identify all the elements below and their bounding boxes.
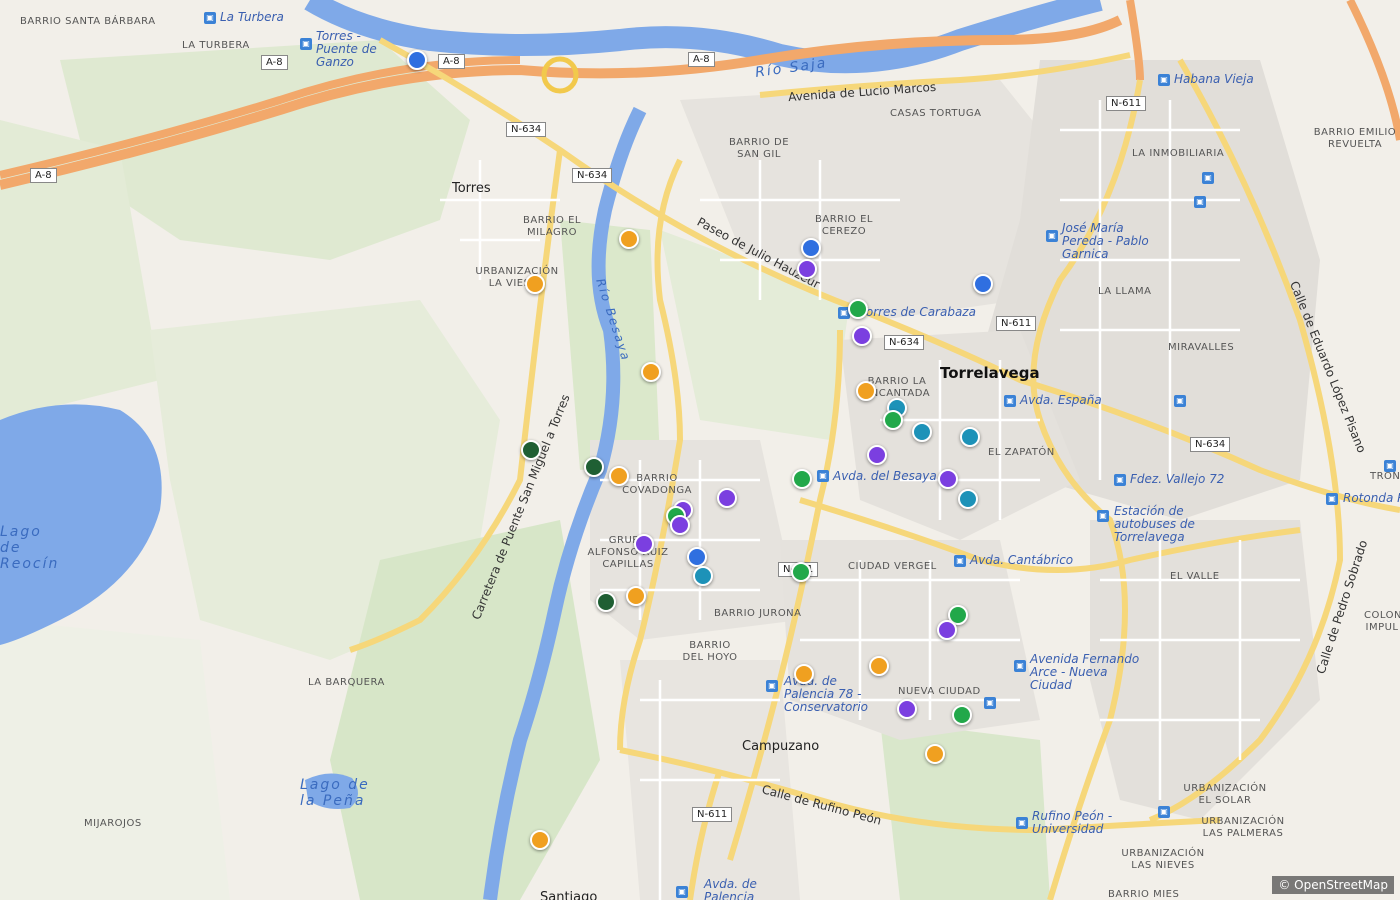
bus-stop-icon[interactable]: ▣ (1114, 474, 1126, 486)
bus-stop-icon[interactable]: ▣ (1194, 196, 1206, 208)
map-marker[interactable] (937, 620, 957, 640)
bus-stop-icon[interactable]: ▣ (1014, 660, 1026, 672)
map-marker[interactable] (960, 427, 980, 447)
map-marker[interactable] (883, 410, 903, 430)
map-marker[interactable] (869, 656, 889, 676)
map-marker[interactable] (687, 547, 707, 567)
map-marker[interactable] (641, 362, 661, 382)
road-shield: A-8 (688, 52, 715, 67)
bus-stop-icon[interactable]: ▣ (1004, 395, 1016, 407)
map-marker[interactable] (848, 299, 868, 319)
map-marker[interactable] (609, 466, 629, 486)
map-marker[interactable] (792, 469, 812, 489)
map-marker[interactable] (626, 586, 646, 606)
attribution[interactable]: © OpenStreetMap (1272, 876, 1394, 894)
map-marker[interactable] (938, 469, 958, 489)
map-marker[interactable] (407, 50, 427, 70)
map-marker[interactable] (897, 699, 917, 719)
map-marker[interactable] (791, 562, 811, 582)
map-marker[interactable] (912, 422, 932, 442)
map-marker[interactable] (521, 440, 541, 460)
bus-stop-icon[interactable]: ▣ (1046, 230, 1058, 242)
road-shield: N-634 (506, 122, 547, 137)
map-marker[interactable] (634, 534, 654, 554)
map-marker[interactable] (525, 274, 545, 294)
map-marker[interactable] (925, 744, 945, 764)
road-shield: A-8 (261, 55, 288, 70)
map-marker[interactable] (801, 238, 821, 258)
bus-stop-icon[interactable]: ▣ (984, 697, 996, 709)
road-shield: N-611 (1106, 96, 1147, 111)
road-shield: A-8 (30, 168, 57, 183)
road-shield: N-611 (996, 316, 1037, 331)
map-marker[interactable] (856, 381, 876, 401)
bus-stop-icon[interactable]: ▣ (1326, 493, 1338, 505)
bus-stop-icon[interactable]: ▣ (676, 886, 688, 898)
bus-stop-icon[interactable]: ▣ (1202, 172, 1214, 184)
road-shield: N-634 (884, 335, 925, 350)
map-marker[interactable] (717, 488, 737, 508)
bus-stop-icon[interactable]: ▣ (817, 470, 829, 482)
bus-stop-icon[interactable]: ▣ (766, 680, 778, 692)
map-marker[interactable] (596, 592, 616, 612)
bus-stop-icon[interactable]: ▣ (1174, 395, 1186, 407)
map-marker[interactable] (852, 326, 872, 346)
bus-stop-icon[interactable]: ▣ (1158, 806, 1170, 818)
map-marker[interactable] (952, 705, 972, 725)
bus-stop-icon[interactable]: ▣ (954, 555, 966, 567)
map-marker[interactable] (530, 830, 550, 850)
map-marker[interactable] (867, 445, 887, 465)
road-shield: N-634 (572, 168, 613, 183)
map-marker[interactable] (958, 489, 978, 509)
map-marker[interactable] (797, 259, 817, 279)
bus-stop-icon[interactable]: ▣ (1016, 817, 1028, 829)
bus-stop-icon[interactable]: ▣ (1384, 460, 1396, 472)
map-canvas[interactable]: BARRIO SANTA BÁRBARA LA TURBERA Torres B… (0, 0, 1400, 900)
map-marker[interactable] (794, 664, 814, 684)
road-shield: A-8 (438, 54, 465, 69)
bus-stop-icon[interactable]: ▣ (204, 12, 216, 24)
bus-stop-icon[interactable]: ▣ (1158, 74, 1170, 86)
map-marker[interactable] (693, 566, 713, 586)
road-shield: N-634 (1190, 437, 1231, 452)
map-marker[interactable] (584, 457, 604, 477)
road-shield: N-611 (692, 807, 733, 822)
map-marker[interactable] (619, 229, 639, 249)
bus-stop-icon[interactable]: ▣ (1097, 510, 1109, 522)
map-marker[interactable] (670, 515, 690, 535)
map-marker[interactable] (973, 274, 993, 294)
bus-stop-icon[interactable]: ▣ (300, 38, 312, 50)
